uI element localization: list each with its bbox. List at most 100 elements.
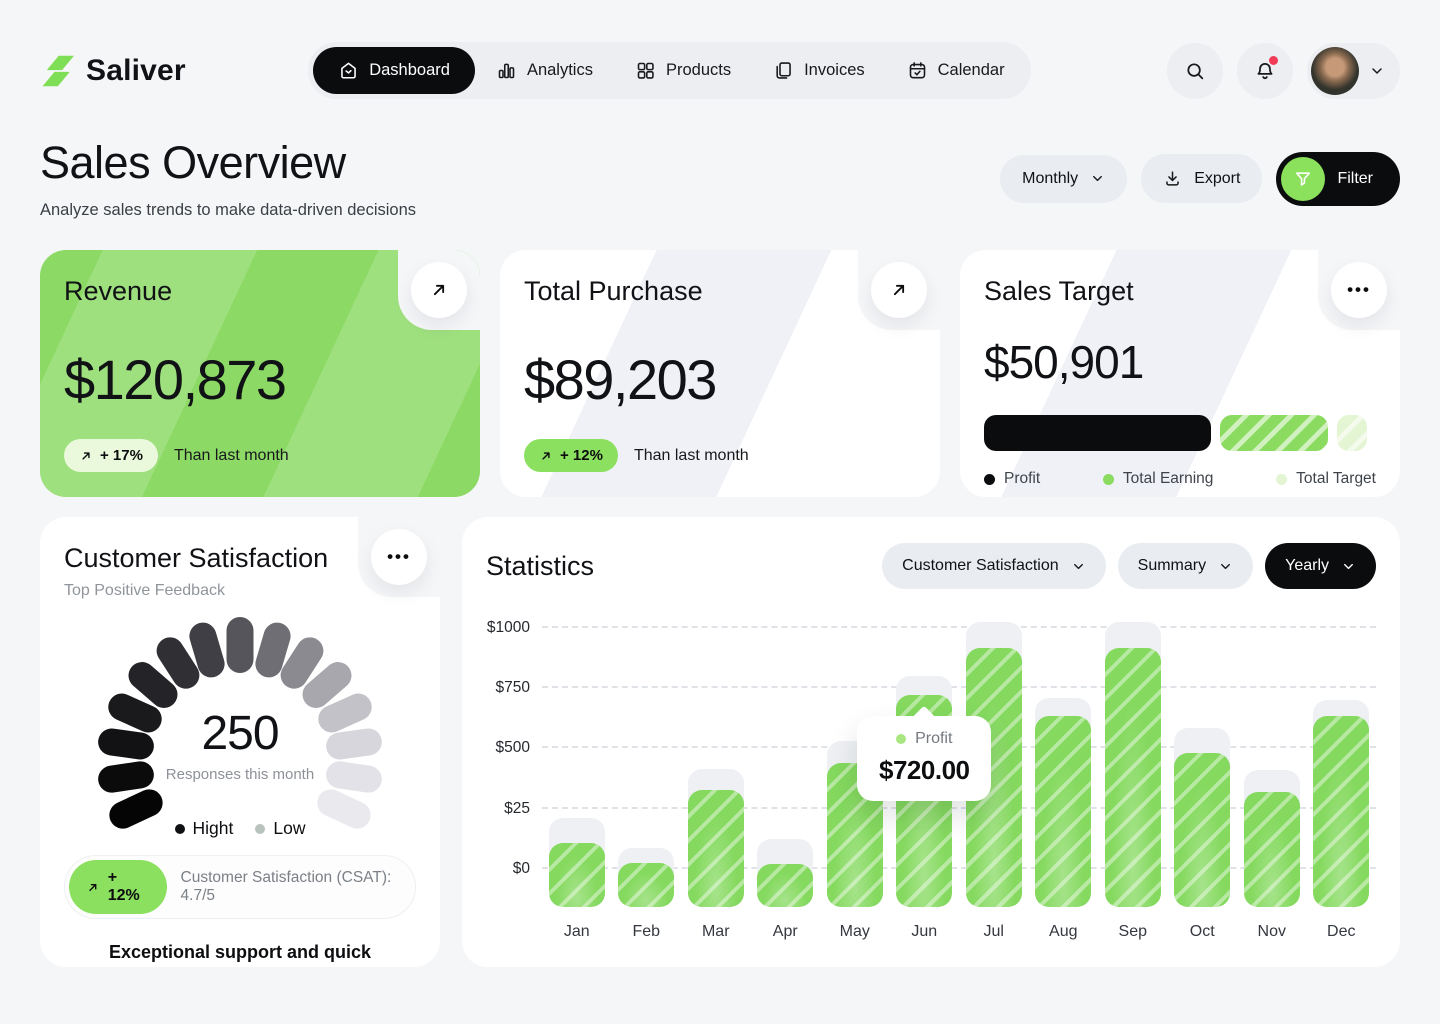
page-subtitle: Analyze sales trends to make data-driven…	[40, 201, 416, 220]
nav-item-products[interactable]: Products	[614, 48, 752, 93]
legend-item-total-target: Total Target	[1276, 470, 1376, 488]
nav-label: Calendar	[938, 61, 1005, 80]
bar-cell-jan	[542, 613, 612, 907]
topbar-actions	[1153, 43, 1400, 99]
bar-apr[interactable]	[757, 864, 813, 907]
bar-aug[interactable]	[1035, 716, 1091, 907]
sales-target-value: $50,901	[984, 335, 1376, 389]
csat-legend-item-low: Low	[255, 818, 305, 839]
ellipsis-icon: •••	[1347, 280, 1371, 300]
home-icon	[338, 60, 359, 81]
legend-dot	[1103, 474, 1114, 485]
progress-segment-total-target	[1337, 415, 1366, 451]
period-dropdown[interactable]: Monthly	[1000, 155, 1127, 203]
view-dropdown[interactable]: Summary	[1118, 543, 1253, 589]
nav-label: Invoices	[804, 61, 865, 80]
chevron-down-icon	[1090, 171, 1105, 186]
chart-x-axis: JanFebMarAprMayJunJulAugSepOctNovDec	[542, 907, 1376, 941]
nav-item-analytics[interactable]: Analytics	[475, 48, 614, 93]
bar-feb[interactable]	[618, 863, 674, 907]
bar-oct[interactable]	[1174, 753, 1230, 907]
nav-item-invoices[interactable]: Invoices	[752, 48, 886, 93]
sales-target-menu-button[interactable]: •••	[1331, 262, 1387, 318]
bar-cell-oct	[1168, 613, 1238, 907]
page-controls: Monthly Export Filter	[1000, 152, 1400, 206]
x-tick-label-jan: Jan	[542, 907, 612, 941]
chevron-down-icon	[1071, 559, 1086, 574]
total-purchase-expand-button[interactable]	[871, 262, 927, 318]
products-icon	[635, 60, 656, 81]
bar-jan[interactable]	[549, 843, 605, 907]
chart-y-axis: $1000$750$500$25$0	[486, 613, 542, 907]
metric-dropdown[interactable]: Customer Satisfaction	[882, 543, 1106, 589]
revenue-expand-button[interactable]	[411, 262, 467, 318]
statistics-card: Statistics Customer Satisfaction Summary…	[462, 517, 1400, 967]
progress-segment-profit	[984, 415, 1211, 451]
statistics-filters: Customer Satisfaction Summary Yearly	[882, 543, 1376, 589]
ellipsis-icon: •••	[387, 547, 411, 567]
search-button[interactable]	[1167, 43, 1223, 99]
filter-button[interactable]: Filter	[1276, 152, 1400, 206]
notifications-button[interactable]	[1237, 43, 1293, 99]
bar-cell-nov	[1237, 613, 1307, 907]
avatar	[1311, 47, 1359, 95]
invoices-icon	[773, 60, 794, 81]
bar-mar[interactable]	[688, 790, 744, 907]
x-tick-label-oct: Oct	[1168, 907, 1238, 941]
nav-label: Dashboard	[369, 61, 450, 80]
topbar: Saliver Dashboard Analytics	[0, 0, 1440, 99]
nav-item-calendar[interactable]: Calendar	[886, 48, 1026, 93]
sales-target-card: Sales Target $50,901 ProfitTotal Earning…	[960, 250, 1400, 497]
tooltip-series-dot	[896, 734, 906, 744]
page-title: Sales Overview	[40, 137, 416, 189]
csat-legend-dot	[175, 824, 185, 834]
csat-summary-pill: + 12% Customer Satisfaction (CSAT): 4.7/…	[64, 855, 416, 919]
statistics-title: Statistics	[486, 551, 594, 582]
nav-item-dashboard[interactable]: Dashboard	[313, 47, 475, 94]
gauge-segment	[227, 617, 254, 673]
bar-cell-sep	[1098, 613, 1168, 907]
x-tick-label-may: May	[820, 907, 890, 941]
logo-bolt-icon	[40, 54, 74, 88]
revenue-compare-label: Than last month	[174, 447, 289, 465]
bar-nov[interactable]	[1244, 792, 1300, 907]
metric-dropdown-value: Customer Satisfaction	[902, 557, 1059, 575]
bar-chart: $1000$750$500$25$0 Profit$720.00 JanFebM…	[486, 613, 1376, 941]
x-tick-label-jul: Jul	[959, 907, 1029, 941]
page-titles: Sales Overview Analyze sales trends to m…	[40, 137, 416, 220]
sales-target-progress	[984, 415, 1376, 451]
brand-logo: Saliver	[40, 54, 186, 88]
bar-cell-aug	[1029, 613, 1099, 907]
x-tick-label-aug: Aug	[1029, 907, 1099, 941]
chevron-down-icon	[1341, 559, 1356, 574]
csat-menu-button[interactable]: •••	[371, 529, 427, 585]
revenue-card: Revenue $120,873 + 17% Than last month	[40, 250, 480, 497]
x-tick-label-feb: Feb	[612, 907, 682, 941]
y-tick-label: $750	[496, 679, 530, 697]
card-corner: •••	[1318, 250, 1400, 330]
chart-plot-area: Profit $720.00	[542, 613, 1376, 907]
gauge-caption: Responses this month	[120, 766, 360, 783]
total-purchase-value: $89,203	[524, 347, 916, 412]
filter-label: Filter	[1337, 170, 1373, 188]
csat-legend-label: Low	[273, 818, 305, 839]
csat-legend-dot	[255, 824, 265, 834]
csat-summary-text: Customer Satisfaction (CSAT): 4.7/5	[181, 869, 411, 905]
analytics-icon	[496, 60, 517, 81]
bar-dec[interactable]	[1313, 716, 1369, 907]
period-dropdown-value: Monthly	[1022, 170, 1078, 188]
kpi-cards: Revenue $120,873 + 17% Than last month T…	[0, 250, 1440, 497]
tooltip-value: $720.00	[857, 755, 991, 786]
y-tick-label: $1000	[487, 619, 530, 637]
legend-dot	[984, 474, 995, 485]
bar-cell-mar	[681, 613, 751, 907]
tooltip-header: Profit	[857, 730, 991, 748]
export-button[interactable]: Export	[1141, 154, 1262, 203]
view-dropdown-value: Summary	[1138, 557, 1206, 575]
y-tick-label: $0	[513, 860, 530, 878]
legend-dot	[1276, 474, 1287, 485]
bar-sep[interactable]	[1105, 648, 1161, 907]
user-menu[interactable]	[1307, 43, 1400, 99]
legend-item-profit: Profit	[984, 470, 1040, 488]
range-dropdown[interactable]: Yearly	[1265, 543, 1376, 589]
